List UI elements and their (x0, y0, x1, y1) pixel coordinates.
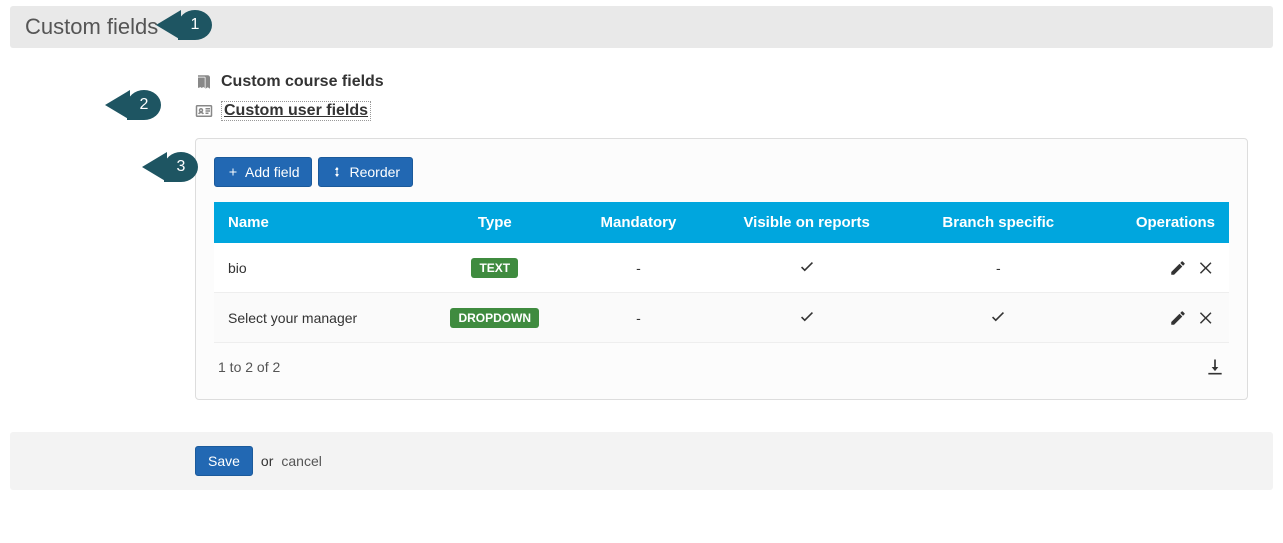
type-badge: DROPDOWN (450, 308, 539, 328)
cell-type: TEXT (419, 243, 571, 293)
or-text: or (261, 453, 273, 469)
col-visible: Visible on reports (706, 202, 907, 243)
table-row: Select your manager DROPDOWN - (214, 293, 1229, 343)
col-mandatory: Mandatory (571, 202, 706, 243)
add-field-label: Add field (245, 164, 299, 180)
toolbar: 3 Add field Reorder (214, 157, 1229, 187)
add-field-button[interactable]: Add field (214, 157, 312, 187)
id-card-icon (195, 102, 213, 120)
page-title: Custom fields (25, 14, 158, 39)
plus-icon (227, 166, 239, 178)
tabs: Custom course fields 2 Custom user field… (195, 68, 1248, 126)
tab-label: Custom course fields (221, 73, 384, 91)
callout-1: 1 (178, 10, 212, 40)
cell-operations (1089, 243, 1229, 293)
cell-type: DROPDOWN (419, 293, 571, 343)
delete-icon[interactable] (1197, 259, 1215, 277)
save-button[interactable]: Save (195, 446, 253, 476)
cell-name: bio (214, 243, 419, 293)
edit-icon[interactable] (1169, 309, 1187, 327)
fields-table: Name Type Mandatory Visible on reports B… (214, 202, 1229, 343)
tab-label: Custom user fields (221, 101, 371, 121)
check-icon (989, 312, 1007, 328)
cell-branch: - (907, 243, 1089, 293)
download-icon[interactable] (1205, 357, 1225, 377)
table-row: bio TEXT - - (214, 243, 1229, 293)
check-icon (798, 262, 816, 278)
sort-icon (331, 166, 343, 178)
callout-2: 2 (127, 90, 161, 120)
table-footer: 1 to 2 of 2 (214, 343, 1229, 381)
delete-icon[interactable] (1197, 309, 1215, 327)
col-name: Name (214, 202, 419, 243)
check-icon (798, 312, 816, 328)
cancel-link[interactable]: cancel (281, 453, 321, 469)
col-type: Type (419, 202, 571, 243)
cell-name: Select your manager (214, 293, 419, 343)
cell-visible (706, 243, 907, 293)
reorder-label: Reorder (349, 164, 400, 180)
cell-operations (1089, 293, 1229, 343)
book-icon (195, 73, 213, 91)
col-branch: Branch specific (907, 202, 1089, 243)
fields-panel: 3 Add field Reorder Name Type Mand (195, 138, 1248, 400)
col-ops: Operations (1089, 202, 1229, 243)
edit-icon[interactable] (1169, 259, 1187, 277)
cell-mandatory: - (571, 243, 706, 293)
cell-branch (907, 293, 1089, 343)
callout-3: 3 (164, 152, 198, 182)
type-badge: TEXT (471, 258, 518, 278)
reorder-button[interactable]: Reorder (318, 157, 413, 187)
tab-custom-user-fields[interactable]: 2 Custom user fields (195, 96, 1248, 126)
tab-custom-course-fields[interactable]: Custom course fields (195, 68, 1248, 96)
footer-bar: Save or cancel (10, 432, 1273, 490)
page-header: Custom fields 1 (10, 6, 1273, 48)
pagination-text: 1 to 2 of 2 (218, 359, 280, 375)
cell-mandatory: - (571, 293, 706, 343)
cell-visible (706, 293, 907, 343)
